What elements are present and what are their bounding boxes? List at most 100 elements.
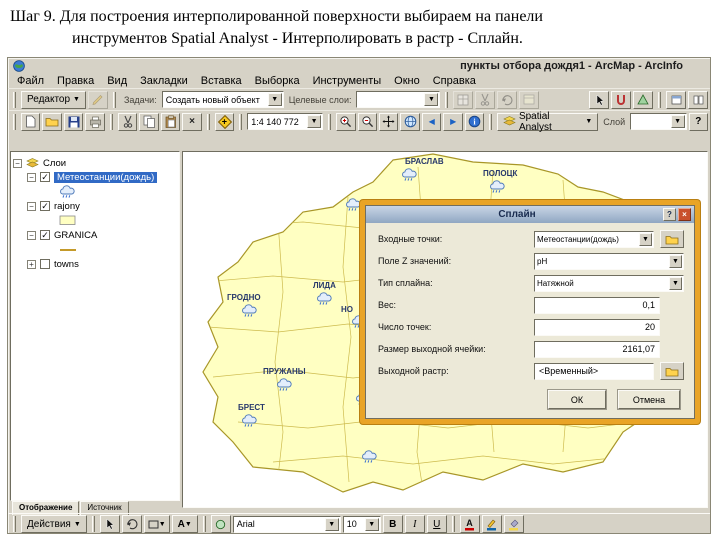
collapse-icon[interactable]: − (27, 172, 36, 182)
toc-root-label[interactable]: Слои (43, 158, 66, 169)
pan-button[interactable] (378, 112, 399, 131)
toolbar-grip[interactable] (445, 91, 449, 108)
toolbar-grip[interactable] (109, 113, 113, 130)
target-layer-combo[interactable]: ▼ (356, 91, 441, 108)
chevron-down-icon[interactable]: ▼ (639, 232, 652, 246)
dialog-help-button[interactable]: ? (663, 208, 676, 221)
browse-button[interactable] (660, 230, 684, 248)
chevron-down-icon[interactable]: ▼ (424, 93, 439, 106)
scale-combo[interactable]: 1:4 140 772 ▼ (247, 113, 324, 130)
circle-tool-button[interactable] (210, 515, 231, 533)
topology-icon[interactable] (633, 90, 653, 109)
expand-icon[interactable]: + (27, 259, 36, 269)
text-tool-button[interactable]: A ▼ (171, 515, 198, 533)
toolbar-grip[interactable] (206, 113, 210, 130)
toolbar-grip[interactable] (451, 516, 455, 532)
output-raster-input[interactable]: <Временный> (534, 362, 654, 380)
new-map-button[interactable] (20, 112, 41, 131)
chevron-down-icon[interactable]: ▼ (364, 517, 379, 531)
ok-button[interactable]: ОК (548, 390, 606, 409)
add-data-button[interactable]: + (214, 112, 235, 131)
copy-button[interactable] (139, 112, 159, 131)
task-combo[interactable]: Создать новый объект ▼ (161, 91, 284, 108)
toolbar-grip[interactable] (13, 91, 16, 108)
zoom-out-button[interactable] (357, 112, 377, 131)
toc-root-row[interactable]: − Слои (13, 156, 177, 170)
chevron-down-icon[interactable]: ▼ (670, 115, 685, 128)
layer-label[interactable]: towns (54, 259, 79, 270)
output-cell-size-input[interactable]: 2161,07 (534, 340, 660, 358)
fill-color-button[interactable] (503, 515, 524, 533)
toolbar-grip[interactable] (328, 113, 332, 130)
paste-button[interactable] (160, 112, 181, 131)
help-button[interactable]: ? (688, 112, 709, 131)
layer-symbol-row[interactable] (13, 213, 177, 228)
menu-tools[interactable]: Инструменты (313, 75, 382, 87)
line-color-button[interactable] (481, 515, 502, 533)
number-of-points-input[interactable]: 20 (534, 318, 660, 336)
layer-label[interactable]: GRANICA (54, 230, 97, 241)
layer-symbol-row[interactable] (13, 184, 177, 199)
underline-button[interactable]: U (426, 515, 447, 533)
rotate-tool-icon[interactable] (497, 90, 518, 109)
layer-label-selected[interactable]: Метеостанции(дождь) (54, 171, 158, 183)
dock-window-icon[interactable] (666, 90, 686, 109)
rotate-graphics-button[interactable] (121, 515, 142, 533)
font-color-button[interactable]: A (459, 515, 480, 533)
toolbar-grip[interactable] (13, 516, 16, 532)
chevron-down-icon[interactable]: ▼ (669, 276, 682, 290)
back-extent-button[interactable]: ◀ (421, 112, 442, 131)
weight-input[interactable]: 0,1 (534, 296, 660, 314)
shape-tool-button[interactable]: ▼ (143, 515, 170, 533)
layer-row-meteostations[interactable]: − ✓ Метеостанции(дождь) (13, 170, 177, 184)
delete-button[interactable]: × (182, 112, 202, 131)
select-graphics-button[interactable] (99, 515, 120, 533)
chevron-down-icon[interactable]: ▼ (307, 115, 322, 128)
full-extent-button[interactable] (400, 112, 420, 131)
snapping-icon[interactable] (611, 90, 631, 109)
editor-dropdown-button[interactable]: Редактор ▼ (21, 90, 86, 109)
toolbar-grip[interactable] (91, 516, 95, 532)
select-elements-icon[interactable] (589, 90, 609, 109)
layer-checkbox-checked[interactable]: ✓ (40, 172, 50, 182)
layer-symbol-row[interactable] (13, 242, 177, 257)
attributes-table-icon[interactable] (519, 90, 540, 109)
collapse-icon[interactable]: − (27, 201, 36, 211)
layer-combo[interactable]: ▼ (630, 113, 687, 130)
forward-extent-button[interactable]: ▶ (443, 112, 463, 131)
z-field-combo[interactable]: pH ▼ (534, 252, 684, 270)
print-button[interactable] (85, 112, 105, 131)
chevron-down-icon[interactable]: ▼ (267, 93, 282, 106)
menu-view[interactable]: Вид (107, 75, 127, 87)
split-tool-icon[interactable] (475, 90, 496, 109)
drawing-dropdown-button[interactable]: Действия ▼ (21, 515, 87, 533)
dialog-close-button[interactable]: × (678, 208, 691, 221)
menu-window[interactable]: Окно (394, 75, 420, 87)
layer-checkbox-checked[interactable]: ✓ (40, 230, 50, 240)
open-button[interactable] (42, 112, 62, 131)
spatial-analyst-dropdown[interactable]: Spatial Analyst ▼ (497, 111, 599, 133)
zoom-in-button[interactable] (336, 112, 356, 131)
cancel-button[interactable]: Отмена (618, 390, 680, 409)
browse-button[interactable] (660, 362, 684, 380)
italic-button[interactable]: I (404, 515, 425, 533)
menu-bookmarks[interactable]: Закладки (140, 75, 188, 87)
layer-row-towns[interactable]: + towns (13, 257, 177, 271)
input-points-combo[interactable]: Метеостанции(дождь) ▼ (534, 230, 654, 248)
chevron-down-icon[interactable]: ▼ (669, 254, 682, 268)
toc-tree[interactable]: − Слои − ✓ Метеостанции(дождь) − ✓ rajon… (10, 151, 180, 501)
toolbar-grip[interactable] (13, 113, 16, 130)
toolbar-grip[interactable] (202, 516, 206, 532)
bold-button[interactable]: B (382, 515, 403, 533)
save-button[interactable] (63, 112, 84, 131)
layer-checkbox-checked[interactable]: ✓ (40, 201, 50, 211)
menu-help[interactable]: Справка (433, 75, 476, 87)
menu-insert[interactable]: Вставка (201, 75, 242, 87)
toolbar-grip[interactable] (489, 113, 493, 130)
collapse-icon[interactable]: − (27, 230, 36, 240)
tile-windows-icon[interactable] (688, 90, 708, 109)
toolbar-grip[interactable] (239, 113, 243, 130)
sketch-properties-icon[interactable] (453, 90, 474, 109)
layer-label[interactable]: rajony (54, 201, 80, 212)
dialog-titlebar[interactable]: Сплайн ? × (366, 206, 694, 223)
